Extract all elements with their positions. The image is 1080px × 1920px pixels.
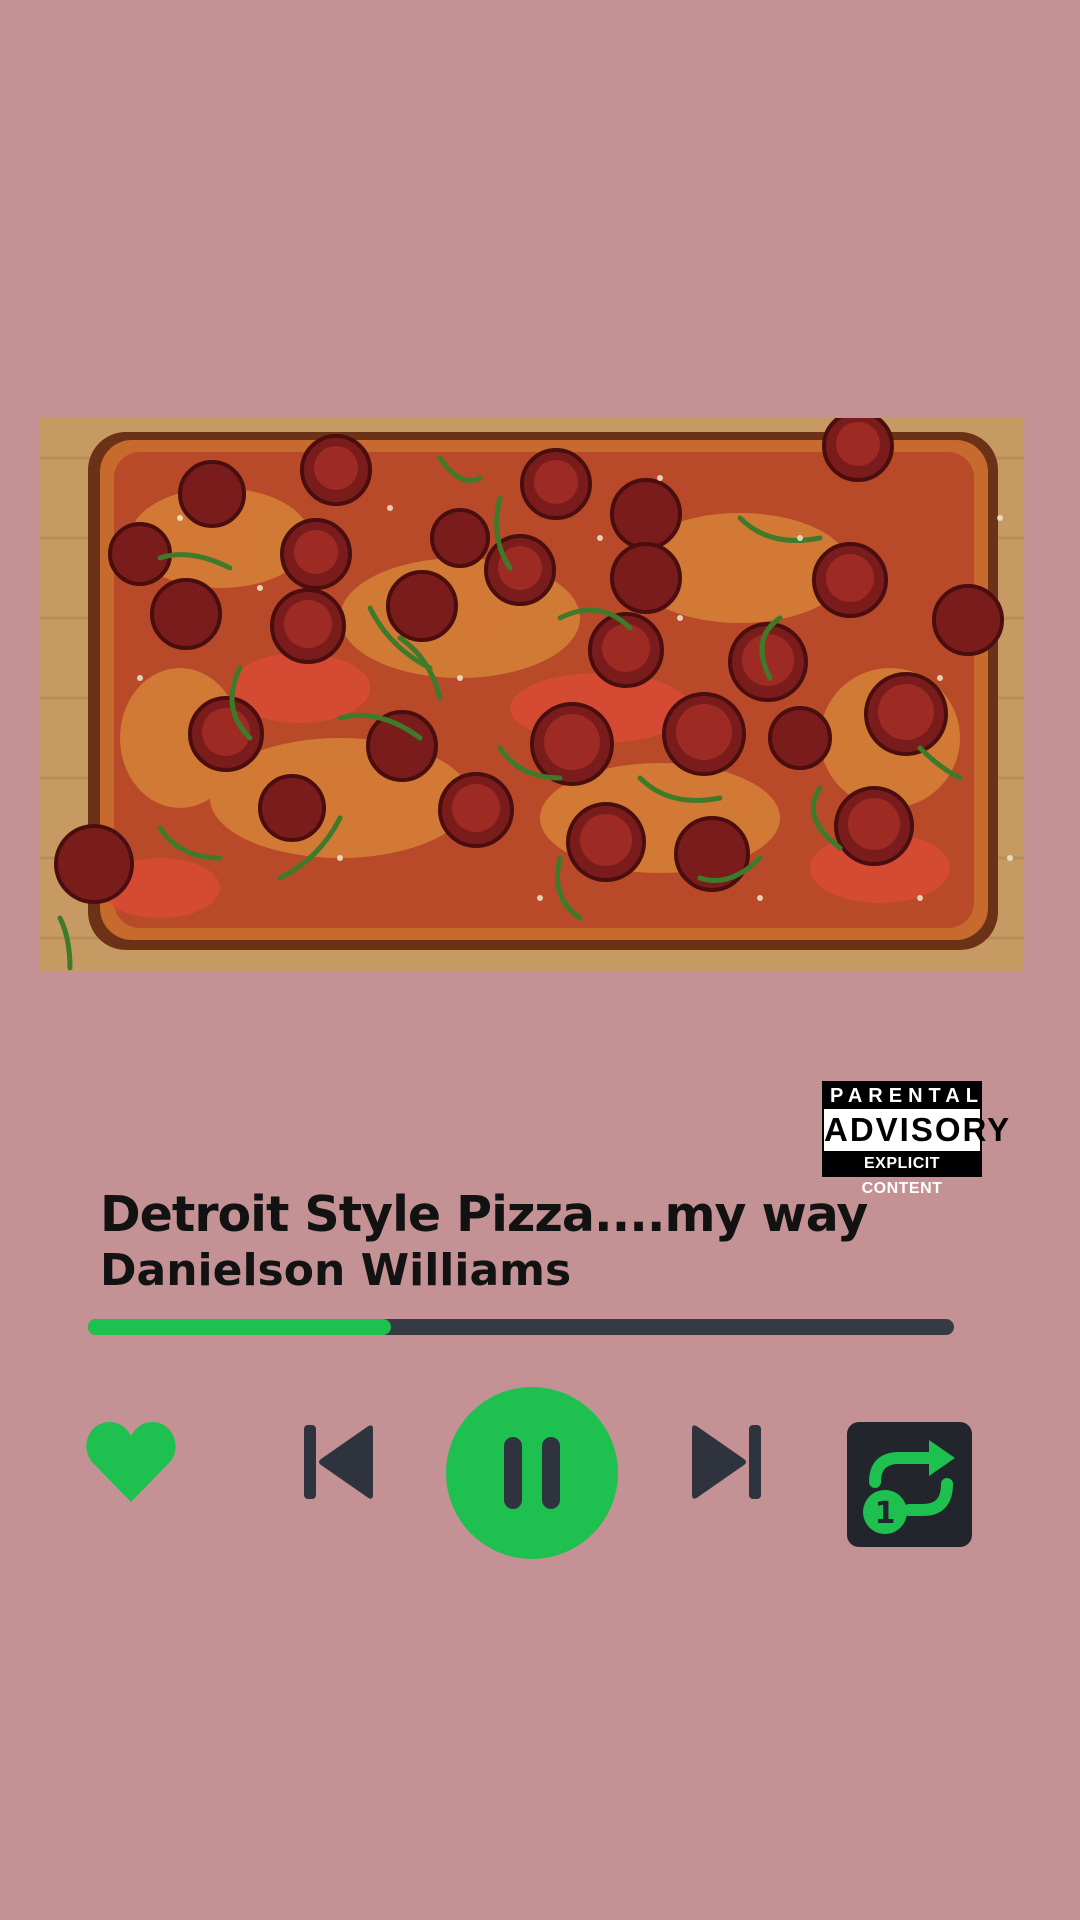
- previous-button[interactable]: [303, 1423, 375, 1501]
- explicit-content-label: PARENTAL ADVISORY EXPLICIT CONTENT: [822, 1081, 1009, 1197]
- progress-fill: [88, 1319, 392, 1335]
- artist-name: Danielson Williams: [100, 1245, 572, 1296]
- album-art: [40, 418, 1024, 972]
- like-button[interactable]: [86, 1420, 176, 1504]
- progress-bar[interactable]: [88, 1319, 954, 1335]
- skip-next-icon: [692, 1425, 761, 1499]
- skip-previous-icon: [304, 1425, 373, 1499]
- repeat-one-icon: 1: [863, 1440, 955, 1534]
- pause-button[interactable]: [446, 1387, 618, 1559]
- next-button[interactable]: [690, 1423, 762, 1501]
- player-screen: PARENTAL ADVISORY EXPLICIT CONTENT Detro…: [0, 0, 1080, 1920]
- repeat-button[interactable]: 1: [847, 1422, 972, 1547]
- advisory-line-1: PARENTAL: [830, 1085, 984, 1107]
- repeat-one-badge: 1: [875, 1496, 896, 1531]
- advisory-line-2: ADVISORY: [824, 1109, 1009, 1151]
- song-title: Detroit Style Pizza....my way: [100, 1186, 868, 1243]
- heart-icon: [86, 1422, 176, 1502]
- pause-icon: [504, 1437, 560, 1509]
- advisory-line-3: EXPLICIT CONTENT: [861, 1155, 943, 1197]
